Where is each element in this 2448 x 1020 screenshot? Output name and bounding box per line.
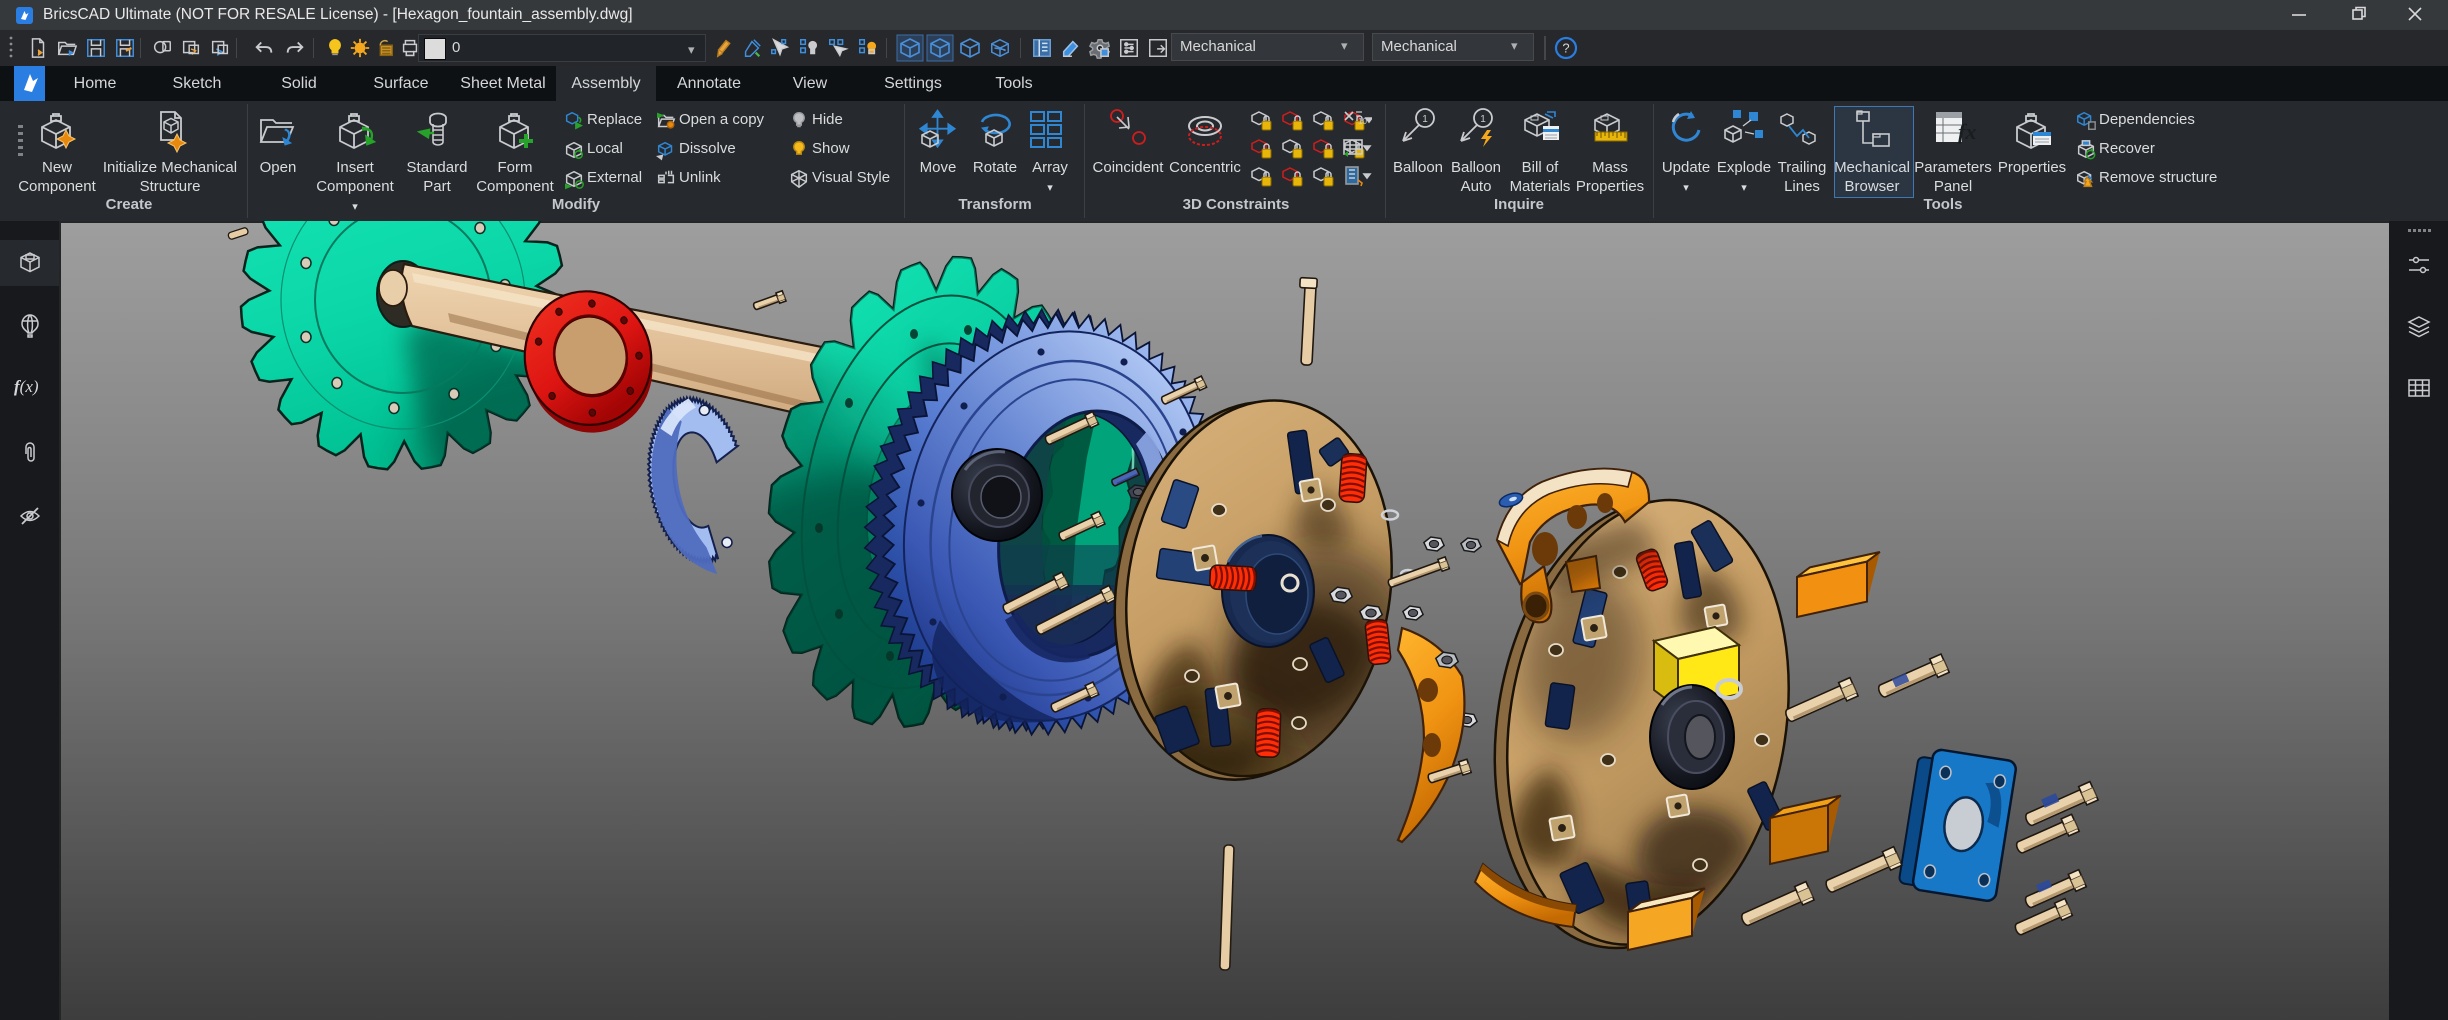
svg-text:1: 1 (1422, 114, 1428, 125)
svg-text:fx: fx (1958, 119, 1976, 144)
svg-text:?: ? (1562, 41, 1569, 56)
svg-text:1: 1 (1480, 114, 1486, 125)
